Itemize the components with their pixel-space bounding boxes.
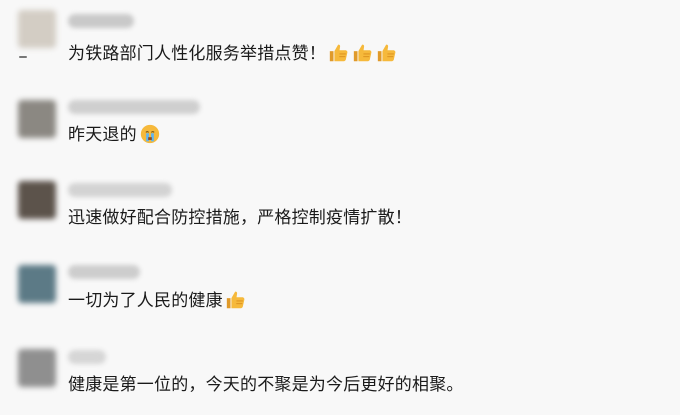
comment-text-content: 昨天退的 xyxy=(68,125,137,145)
thumbs-up-emoji-icon xyxy=(328,42,350,64)
thumbs-up-emoji-icon xyxy=(376,42,398,64)
comment-item: 健康是第一位的，今天的不聚是为今后更好的相聚。 xyxy=(0,335,680,415)
nickname-blurred[interactable] xyxy=(68,183,172,197)
thumbs-up-emoji-icon xyxy=(225,289,247,311)
avatar[interactable] xyxy=(18,349,56,387)
thumbs-up-emoji-icon xyxy=(352,42,374,64)
comment-text: 迅速做好配合防控措施，严格控制疫情扩散！ xyxy=(68,206,412,230)
loudly-crying-face-emoji-icon xyxy=(139,123,161,145)
avatar[interactable] xyxy=(18,181,56,219)
nickname-blurred[interactable] xyxy=(68,350,106,364)
comment-list: 为铁路部门人性化服务举措点赞！ 昨天退的 迅速做好配合防控措施，严格控制疫情扩散… xyxy=(0,0,680,401)
comment-text-content: 迅速做好配合防控措施，严格控制疫情扩散！ xyxy=(68,208,412,228)
nickname-blurred[interactable] xyxy=(68,14,134,28)
nickname-blurred[interactable] xyxy=(68,100,200,114)
comment-text: 昨天退的 xyxy=(68,123,161,147)
avatar[interactable] xyxy=(18,10,56,48)
nickname-blurred[interactable] xyxy=(68,265,140,279)
comment-text: 一切为了人民的健康 xyxy=(68,289,247,313)
comment-item: 为铁路部门人性化服务举措点赞！ xyxy=(0,0,680,80)
comment-text-content: 一切为了人民的健康 xyxy=(68,291,223,311)
comment-item: 迅速做好配合防控措施，严格控制疫情扩散！ xyxy=(0,169,680,249)
avatar[interactable] xyxy=(18,265,56,303)
comment-item: 一切为了人民的健康 xyxy=(0,253,680,333)
avatar[interactable] xyxy=(18,100,56,138)
comment-item: 昨天退的 xyxy=(0,85,680,165)
comment-text-content: 为铁路部门人性化服务举措点赞！ xyxy=(68,44,326,64)
dash-mark xyxy=(19,56,27,58)
comment-text: 健康是第一位的，今天的不聚是为今后更好的相聚。 xyxy=(68,373,464,397)
comment-text: 为铁路部门人性化服务举措点赞！ xyxy=(68,42,398,66)
comment-text-content: 健康是第一位的，今天的不聚是为今后更好的相聚。 xyxy=(68,375,464,395)
